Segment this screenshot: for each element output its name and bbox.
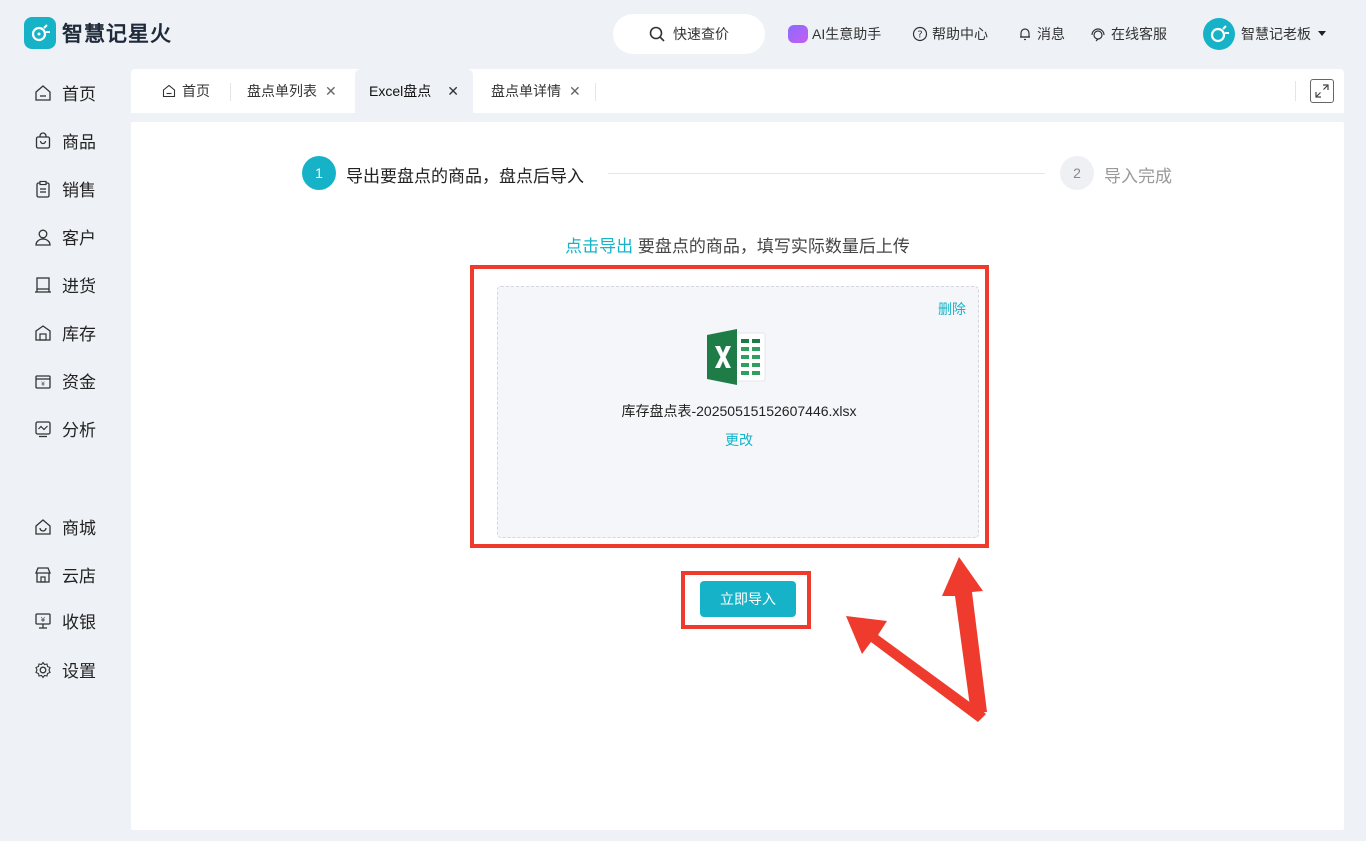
sidebar-item-label: 分析 bbox=[62, 421, 96, 440]
annotation-highlight-import bbox=[681, 571, 811, 629]
logo-icon bbox=[24, 17, 56, 49]
online-service-label: 在线客服 bbox=[1111, 26, 1167, 42]
ai-assistant-link[interactable]: AI生意助手 bbox=[788, 24, 881, 44]
instruction-body: 要盘点的商品，填写实际数量后上传 bbox=[633, 237, 910, 256]
tab-label: 盘点单详情 bbox=[491, 83, 561, 99]
step-1-number: 1 bbox=[302, 156, 336, 190]
sidebar-item-home[interactable]: 首页 bbox=[33, 80, 96, 105]
svg-text:¥: ¥ bbox=[41, 616, 46, 624]
search-icon bbox=[649, 26, 665, 42]
bell-icon bbox=[1017, 26, 1033, 42]
tab-home[interactable]: 首页 bbox=[162, 69, 210, 113]
annotation-highlight-upload bbox=[470, 265, 989, 548]
sidebar-item-cashier[interactable]: ¥ 收银 bbox=[33, 608, 96, 633]
expand-icon bbox=[1314, 83, 1330, 99]
sidebar-item-label: 设置 bbox=[62, 662, 96, 681]
messages-link[interactable]: 消息 bbox=[1017, 24, 1065, 44]
user-menu[interactable]: 智慧记老板 bbox=[1203, 18, 1327, 50]
search-label: 快速查价 bbox=[673, 26, 729, 42]
wallet-icon: ¥ bbox=[33, 371, 53, 391]
user-name: 智慧记老板 bbox=[1241, 26, 1311, 42]
tab-bar: 首页 盘点单列表 ✕ Excel盘点 ✕ 盘点单详情 ✕ bbox=[131, 69, 1344, 113]
close-icon[interactable]: ✕ bbox=[325, 83, 337, 100]
help-center-label: 帮助中心 bbox=[932, 26, 988, 42]
quick-price-search-button[interactable]: 快速查价 bbox=[613, 14, 765, 54]
help-icon: ? bbox=[912, 26, 928, 42]
sidebar-item-settings[interactable]: 设置 bbox=[33, 657, 96, 682]
sidebar-item-purchase[interactable]: 进货 bbox=[33, 272, 96, 297]
bag-icon bbox=[33, 131, 53, 151]
tab-count-detail[interactable]: 盘点单详情 ✕ bbox=[491, 69, 581, 113]
tab-label: 盘点单列表 bbox=[247, 83, 317, 99]
tab-divider bbox=[230, 83, 231, 101]
gear-icon bbox=[33, 660, 53, 680]
store-icon bbox=[33, 565, 53, 585]
step-1-label: 导出要盘点的商品，盘点后导入 bbox=[346, 167, 584, 186]
tab-label: Excel盘点 bbox=[369, 83, 432, 99]
close-icon[interactable]: ✕ bbox=[569, 83, 581, 100]
close-icon[interactable]: ✕ bbox=[447, 83, 459, 100]
sidebar-item-label: 销售 bbox=[62, 181, 96, 200]
chart-icon bbox=[33, 419, 53, 439]
export-link[interactable]: 点击导出 bbox=[565, 237, 633, 256]
warehouse-icon bbox=[33, 323, 53, 343]
user-icon bbox=[33, 227, 53, 247]
help-center-link[interactable]: ? 帮助中心 bbox=[912, 24, 988, 44]
messages-label: 消息 bbox=[1037, 26, 1065, 42]
step-2-label: 导入完成 bbox=[1104, 167, 1172, 186]
avatar bbox=[1203, 18, 1235, 50]
step-2-number: 2 bbox=[1060, 156, 1094, 190]
sidebar-item-goods[interactable]: 商品 bbox=[33, 128, 96, 153]
online-service-link[interactable]: 在线客服 bbox=[1089, 24, 1167, 44]
home-icon bbox=[33, 83, 53, 103]
app-name: 智慧记星火 bbox=[62, 23, 172, 46]
step-connector bbox=[608, 173, 1045, 174]
sidebar-item-analysis[interactable]: 分析 bbox=[33, 416, 96, 441]
sidebar-item-label: 客户 bbox=[62, 229, 96, 248]
sidebar-item-label: 商城 bbox=[62, 519, 96, 538]
cashier-icon: ¥ bbox=[33, 611, 53, 631]
clipboard-icon bbox=[33, 179, 53, 199]
instruction-text: 点击导出 要盘点的商品，填写实际数量后上传 bbox=[131, 232, 1344, 257]
ai-assistant-icon bbox=[788, 25, 808, 43]
sidebar-item-mall[interactable]: 商城 bbox=[33, 514, 96, 539]
sidebar-item-inventory[interactable]: 库存 bbox=[33, 320, 96, 345]
mall-icon bbox=[33, 517, 53, 537]
sidebar-item-label: 资金 bbox=[62, 373, 96, 392]
sidebar-item-label: 收银 bbox=[62, 613, 96, 632]
tab-divider bbox=[595, 83, 596, 101]
sidebar-item-label: 库存 bbox=[62, 325, 96, 344]
sidebar-item-label: 云店 bbox=[62, 567, 96, 586]
headset-icon bbox=[1089, 26, 1107, 42]
sidebar-item-sales[interactable]: 销售 bbox=[33, 176, 96, 201]
tab-count-list[interactable]: 盘点单列表 ✕ bbox=[247, 69, 337, 113]
purchase-icon bbox=[33, 275, 53, 295]
sidebar-item-cloud-store[interactable]: 云店 bbox=[33, 562, 96, 587]
sidebar-item-customer[interactable]: 客户 bbox=[33, 224, 96, 249]
svg-text:¥: ¥ bbox=[41, 381, 45, 388]
top-bar: 智慧记星火 快速查价 AI生意助手 ? 帮助中心 消息 在线客服 智慧记老板 bbox=[0, 0, 1366, 68]
fullscreen-button[interactable] bbox=[1310, 79, 1334, 103]
sidebar-item-label: 首页 bbox=[62, 85, 96, 104]
sidebar: 首页 商品 销售 客户 进货 库存 ¥ 资金 分析 商城 云店 ¥ 收银 设置 bbox=[0, 68, 130, 841]
sidebar-item-funds[interactable]: ¥ 资金 bbox=[33, 368, 96, 393]
sidebar-item-label: 商品 bbox=[62, 133, 96, 152]
sidebar-item-label: 进货 bbox=[62, 277, 96, 296]
home-icon bbox=[162, 84, 176, 98]
tab-excel-count[interactable]: Excel盘点 ✕ bbox=[355, 69, 473, 113]
app-logo[interactable]: 智慧记星火 bbox=[24, 17, 172, 49]
tab-label: 首页 bbox=[182, 83, 210, 99]
svg-text:?: ? bbox=[917, 30, 922, 41]
caret-down-icon bbox=[1317, 30, 1327, 38]
ai-assistant-label: AI生意助手 bbox=[812, 26, 882, 42]
toolbar-divider bbox=[1295, 81, 1296, 101]
